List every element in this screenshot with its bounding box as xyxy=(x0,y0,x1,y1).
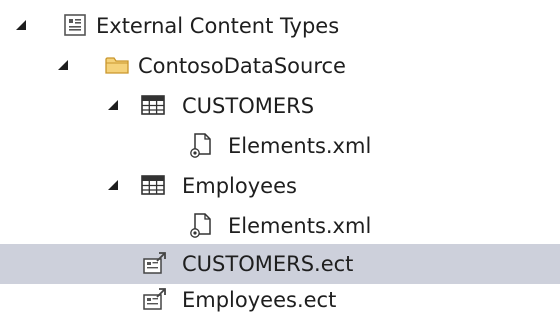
tree-node-customers-ect[interactable]: CUSTOMERS.ect xyxy=(0,244,560,284)
tree-node-label: CUSTOMERS.ect xyxy=(182,252,354,276)
tree-node-label: CUSTOMERS xyxy=(182,94,315,118)
tree-node-employees-ect[interactable]: Employees.ect xyxy=(0,280,560,320)
tree-node-employees-elements-xml[interactable]: Elements.xml xyxy=(0,206,560,246)
tree-node-label: Employees.ect xyxy=(182,288,337,312)
tree-node-label: ContosoDataSource xyxy=(138,54,346,78)
xml-file-icon xyxy=(188,132,214,158)
tree-node-employees[interactable]: Employees xyxy=(0,166,560,206)
table-icon xyxy=(140,172,166,198)
external-content-types-icon xyxy=(62,12,88,38)
tree-node-label: Elements.xml xyxy=(228,214,372,238)
solution-explorer-tree: External Content Types ContosoDataSource… xyxy=(0,0,560,317)
expand-arrow-icon[interactable] xyxy=(108,180,118,190)
tree-node-label: External Content Types xyxy=(96,14,340,38)
tree-node-label: Employees xyxy=(182,174,297,198)
expand-arrow-icon[interactable] xyxy=(16,20,26,30)
xml-file-icon xyxy=(188,212,214,238)
table-icon xyxy=(140,92,166,118)
expand-arrow-icon[interactable] xyxy=(108,100,118,110)
tree-node-external-content-types[interactable]: External Content Types xyxy=(0,6,560,46)
tree-node-customers-elements-xml[interactable]: Elements.xml xyxy=(0,126,560,166)
folder-icon xyxy=(104,52,130,78)
ect-file-icon xyxy=(142,250,168,276)
ect-file-icon xyxy=(142,286,168,312)
tree-node-customers[interactable]: CUSTOMERS xyxy=(0,86,560,126)
tree-node-contoso-data-source[interactable]: ContosoDataSource xyxy=(0,46,560,86)
expand-arrow-icon[interactable] xyxy=(58,60,68,70)
tree-node-label: Elements.xml xyxy=(228,134,372,158)
